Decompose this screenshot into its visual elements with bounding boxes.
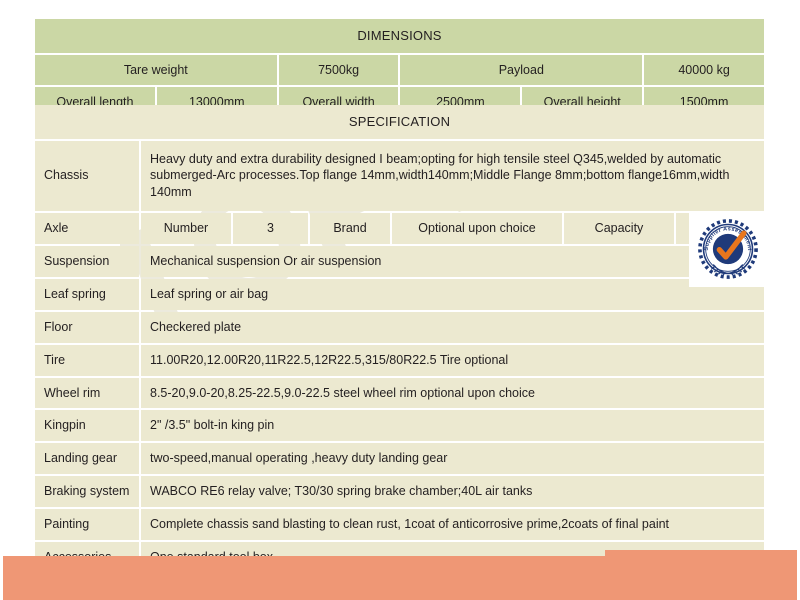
table-row: Landing gear two-speed,manual operating …: [35, 443, 764, 475]
dimensions-title: DIMENSIONS: [35, 19, 764, 53]
table-row: Braking system WABCO RE6 relay valve; T3…: [35, 476, 764, 508]
row-label-painting: Painting: [35, 509, 139, 540]
row-label-landing-gear: Landing gear: [35, 443, 139, 475]
table-row: Suspension Mechanical suspension Or air …: [35, 246, 764, 277]
axle-brand-label: Brand: [310, 213, 390, 245]
specification-table: SPECIFICATION Chassis Heavy duty and ext…: [33, 103, 766, 575]
row-label-chassis: Chassis: [35, 140, 139, 212]
bottom-accent-bar: [3, 556, 797, 600]
axle-brand-value: Optional upon choice: [392, 213, 562, 245]
row-label-suspension: Suspension: [35, 246, 139, 277]
spec-sheet-page: DIMENSIONS Tare weight 7500kg Payload 40…: [0, 0, 800, 600]
row-label-leaf-spring: Leaf spring: [35, 278, 139, 310]
row-label-kingpin: Kingpin: [35, 410, 139, 442]
table-row: Painting Complete chassis sand blasting …: [35, 509, 764, 540]
axle-number-value: 3: [233, 213, 308, 245]
row-value-kingpin: 2" /3.5" bolt-in king pin: [141, 410, 764, 442]
tare-weight-label: Tare weight: [35, 54, 277, 86]
table-row: DIMENSIONS: [35, 19, 764, 53]
table-row-axle: Axle Number 3 Brand Optional upon choice…: [35, 213, 764, 245]
row-value-landing-gear: two-speed,manual operating ,heavy duty l…: [141, 443, 764, 475]
row-label-braking-system: Braking system: [35, 476, 139, 508]
row-value-painting: Complete chassis sand blasting to clean …: [141, 509, 764, 540]
payload-value: 40000 kg: [644, 54, 764, 86]
row-label-wheel-rim: Wheel rim: [35, 377, 139, 409]
payload-label: Payload: [400, 54, 643, 86]
table-row: Tare weight 7500kg Payload 40000 kg: [35, 54, 764, 86]
row-value-braking-system: WABCO RE6 relay valve; T30/30 spring bra…: [141, 476, 764, 508]
row-value-leaf-spring: Leaf spring or air bag: [141, 278, 764, 310]
table-row: Leaf spring Leaf spring or air bag: [35, 278, 764, 310]
row-value-suspension: Mechanical suspension Or air suspension: [141, 246, 764, 277]
check-seal-icon: Supplier Assessment: [698, 219, 758, 279]
tare-weight-value: 7500kg: [278, 54, 399, 86]
axle-capacity-label: Capacity: [564, 213, 674, 245]
axle-number-label: Number: [141, 213, 231, 245]
table-row: Tire 11.00R20,12.00R20,11R22.5,12R22.5,3…: [35, 344, 764, 376]
row-label-tire: Tire: [35, 344, 139, 376]
supplier-assessment-badge: Supplier Assessment: [689, 211, 767, 287]
table-row: Floor Checkered plate: [35, 311, 764, 343]
row-value-wheel-rim: 8.5-20,9.0-20,8.25-22.5,9.0-22.5 steel w…: [141, 377, 764, 409]
table-row: SPECIFICATION: [35, 105, 764, 139]
specification-title: SPECIFICATION: [35, 105, 764, 139]
table-row: Wheel rim 8.5-20,9.0-20,8.25-22.5,9.0-22…: [35, 377, 764, 409]
row-value-tire: 11.00R20,12.00R20,11R22.5,12R22.5,315/80…: [141, 344, 764, 376]
table-row: Kingpin 2" /3.5" bolt-in king pin: [35, 410, 764, 442]
row-label-floor: Floor: [35, 311, 139, 343]
row-value-chassis: Heavy duty and extra durability designed…: [141, 140, 764, 212]
row-value-floor: Checkered plate: [141, 311, 764, 343]
row-label-axle: Axle: [35, 213, 139, 245]
table-row-chassis: Chassis Heavy duty and extra durability …: [35, 140, 764, 212]
